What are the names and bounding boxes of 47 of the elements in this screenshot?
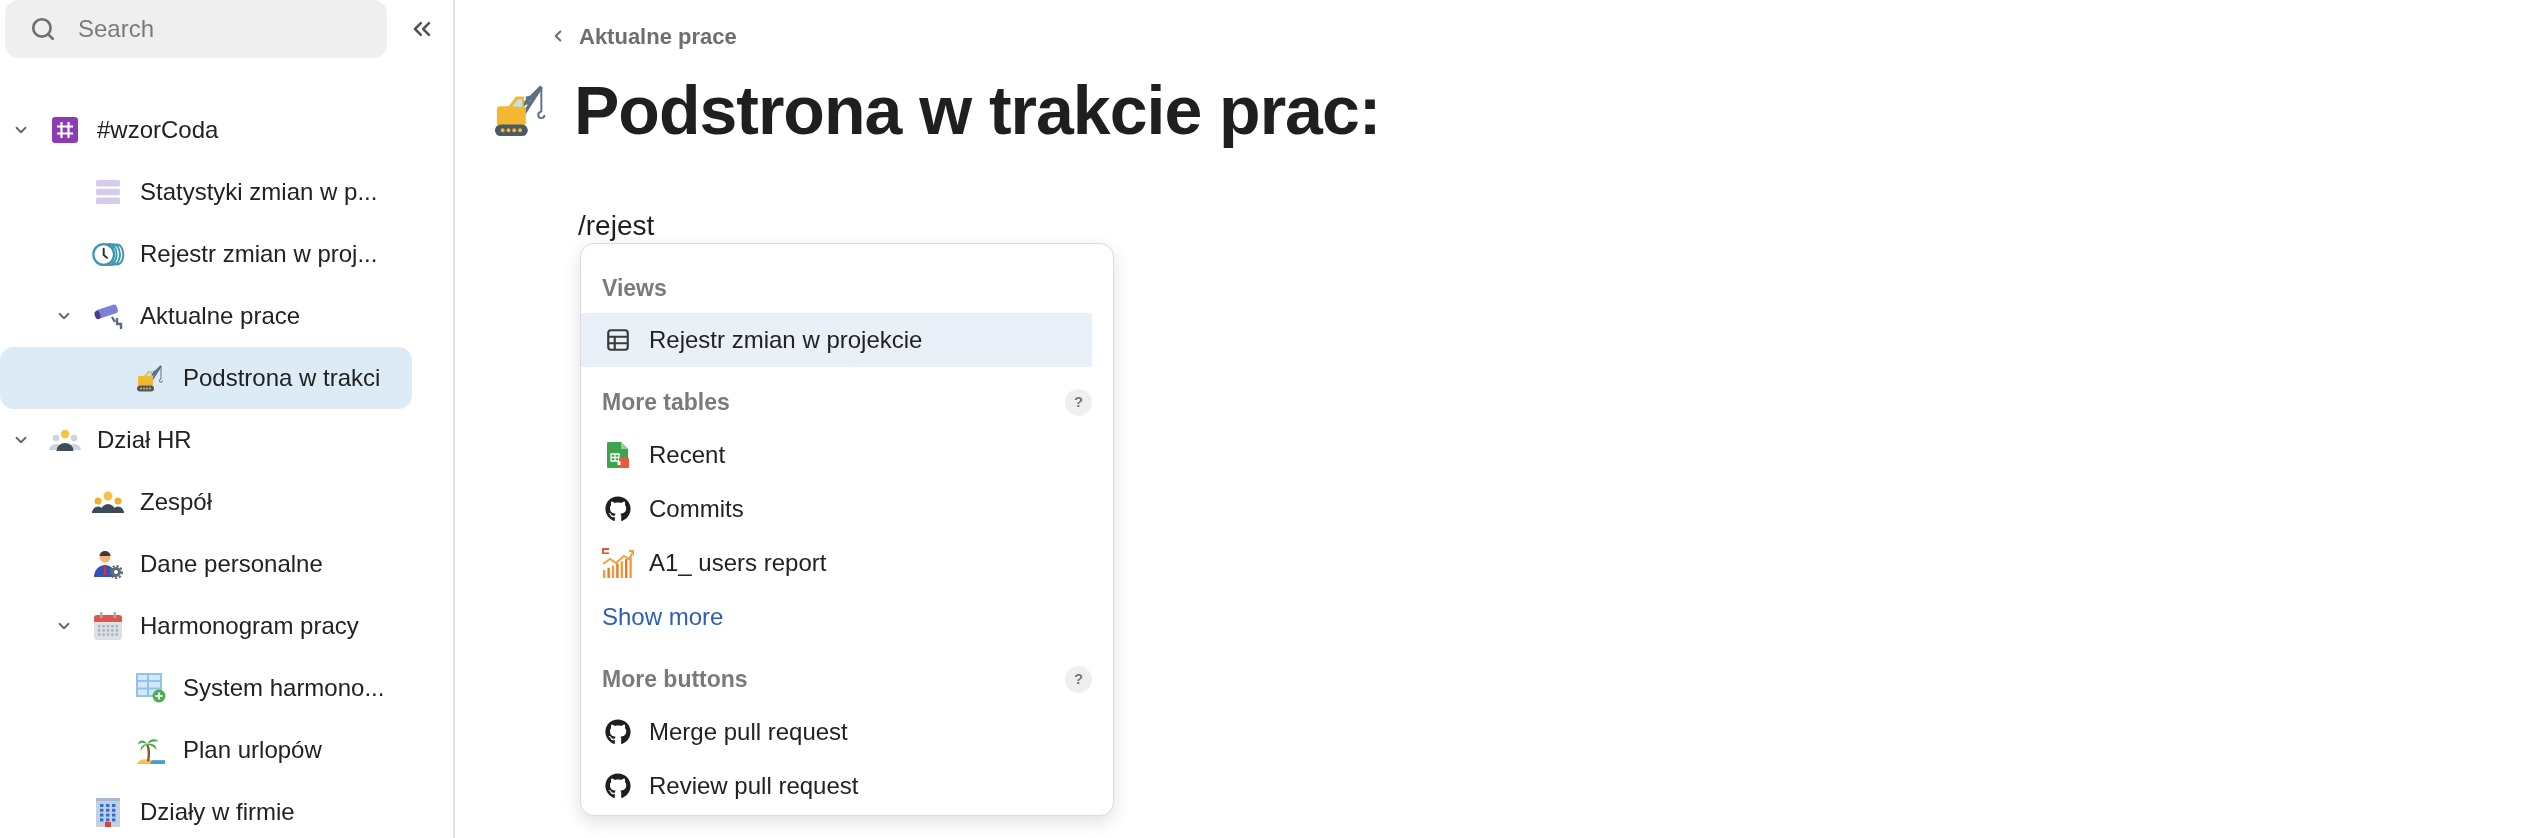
command-text: /rejest: [578, 209, 655, 243]
sidebar-item[interactable]: Aktualne prace: [0, 285, 412, 347]
menu-item[interactable]: Merge pull request: [581, 705, 1092, 759]
hash-tile-icon: [52, 117, 78, 143]
sidebar-item[interactable]: Zespół: [0, 471, 412, 533]
help-button[interactable]: ?: [1065, 666, 1092, 693]
building-icon: [95, 797, 121, 827]
sidebar-item[interactable]: Rejestr zmian w proj...: [0, 223, 412, 285]
sidebar-item[interactable]: Dane personalne: [0, 533, 412, 595]
breadcrumb-link[interactable]: Aktualne prace: [549, 20, 737, 52]
sidebar-item[interactable]: Podstrona w trakci: [0, 347, 412, 409]
sidebar-item[interactable]: Dział HR: [0, 409, 412, 471]
stacked-bars-icon: [96, 180, 120, 204]
table-plus-icon: [136, 673, 166, 703]
table-grid-icon: [605, 327, 631, 353]
sidebar-item[interactable]: Statystyki zmian w p...: [0, 161, 412, 223]
section-header: More buttons: [602, 665, 748, 695]
github-icon: [605, 773, 631, 799]
team-icon: [92, 490, 124, 514]
calendar-icon: [94, 612, 122, 640]
menu-item[interactable]: Commits: [581, 482, 1092, 536]
search-field[interactable]: Search: [5, 0, 387, 58]
search-icon: [30, 16, 56, 42]
section-header: Views: [602, 274, 667, 304]
show-more-link[interactable]: Show more: [602, 599, 724, 635]
menu-item[interactable]: Rejestr zmian w projekcie: [581, 313, 1092, 367]
menu-item[interactable]: Recent: [581, 428, 1092, 482]
help-button[interactable]: ?: [1065, 389, 1092, 416]
crane-icon: [136, 363, 166, 393]
sidebar-item[interactable]: Plan urlopów: [0, 719, 412, 781]
page-title: Podstrona w trakcie prac:: [574, 74, 1381, 146]
sidebar-item[interactable]: #wzorCoda: [0, 99, 412, 161]
github-icon: [605, 719, 631, 745]
menu-item[interactable]: A1_ users report: [581, 536, 1092, 590]
github-icon: [605, 496, 631, 522]
people-group-icon: [49, 428, 81, 452]
menu-item[interactable]: Review pull request: [581, 759, 1092, 813]
clock-rings-icon: [91, 242, 125, 266]
security-camera-icon: [93, 302, 123, 330]
sidebar-item[interactable]: Działy w firmie: [0, 781, 412, 838]
section-header: More tables: [602, 388, 730, 418]
sidebar-item[interactable]: System harmono...: [0, 657, 412, 719]
bar-chart-icon: [602, 548, 634, 578]
palm-tree-icon: [137, 736, 165, 764]
sidebar-item[interactable]: Harmonogram pracy: [0, 595, 412, 657]
person-gear-icon: [93, 549, 123, 579]
spreadsheet-icon: [606, 441, 630, 469]
